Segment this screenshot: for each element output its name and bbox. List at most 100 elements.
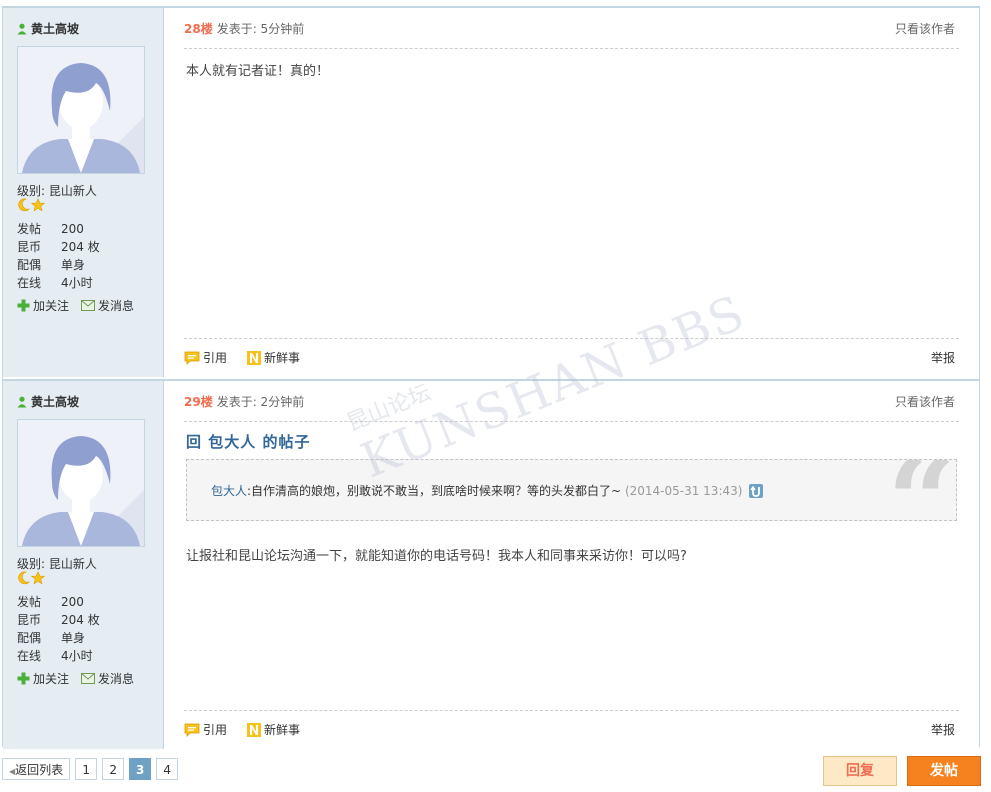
envelope-icon (81, 300, 96, 311)
post-content: 29楼发表于: 2分钟前 只看该作者 回 包大人 的帖子 “ 包大人:自作清高的… (164, 381, 979, 749)
follow-button[interactable]: 加关注 (17, 670, 69, 687)
post-28: 黄土高坡 级别: 昆山新人 发帖 200 昆币 204 枚 配偶 单身 在线 4… (3, 8, 979, 377)
quote-bubble-icon (184, 723, 200, 737)
level-value: 昆山新人 (48, 184, 97, 198)
back-to-list-label[interactable]: 返回列表 (15, 763, 63, 777)
stat-value: 4小时 (61, 276, 93, 290)
author-name-text[interactable]: 黄土高坡 (31, 20, 79, 37)
message-button[interactable]: 发消息 (81, 297, 134, 314)
user-level: 级别: 昆山新人 (17, 555, 97, 572)
author-sidebar: 黄土高坡 级别: 昆山新人 发帖 200 昆币 204 枚 配偶 单身 在线 4… (3, 381, 164, 749)
fresh-news-button[interactable]: 新鲜事 (247, 721, 300, 738)
post-time: 发表于: 5分钟前 (216, 22, 305, 36)
message-button[interactable]: 发消息 (81, 670, 134, 687)
stat-label: 发帖 (17, 222, 42, 236)
post-29: 黄土高坡 级别: 昆山新人 发帖 200 昆币 204 枚 配偶 单身 在线 4… (3, 379, 979, 749)
stat-label: 昆币 (17, 613, 42, 627)
stat-value: 单身 (61, 631, 86, 645)
post-footer: 引用 新鲜事 举报 (184, 710, 959, 741)
user-level: 级别: 昆山新人 (17, 182, 97, 199)
post-time: 发表于: 2分钟前 (216, 395, 305, 409)
stat-row-coins: 昆币 204 枚 (17, 238, 100, 256)
new-post-button[interactable]: 发帖 (907, 756, 981, 786)
page-link-4[interactable]: 4 (156, 758, 179, 780)
author-sidebar: 黄土高坡 级别: 昆山新人 发帖 200 昆币 204 枚 配偶 单身 在线 4… (3, 8, 164, 377)
follow-label[interactable]: 加关注 (33, 297, 69, 314)
reply-button[interactable]: 回复 (823, 756, 897, 786)
stat-row-online: 在线 4小时 (17, 647, 100, 665)
fresh-news-label[interactable]: 新鲜事 (264, 349, 300, 366)
stat-label: 昆币 (17, 240, 42, 254)
level-label: 级别: (17, 557, 46, 571)
follow-button[interactable]: 加关注 (17, 297, 69, 314)
default-avatar-icon (18, 420, 144, 546)
page-current-3[interactable]: 3 (129, 758, 152, 780)
only-author-link[interactable]: 只看该作者 (895, 393, 955, 410)
stat-value: 200 (61, 595, 84, 609)
plus-icon (17, 299, 30, 312)
post-body: 让报社和昆山论坛沟通一下，就能知道你的电话号码！我本人和同事来采访你！可以吗? (186, 549, 687, 564)
post-header: 28楼 发表于: 5分钟前 只看该作者 (184, 20, 959, 49)
fresh-news-button[interactable]: 新鲜事 (247, 349, 300, 366)
post-footer-actions: 引用 新鲜事 (184, 349, 300, 366)
rank-icons (17, 198, 45, 212)
default-avatar-icon (18, 47, 144, 173)
page-link-1[interactable]: 1 (75, 758, 98, 780)
author-name[interactable]: 黄土高坡 (17, 20, 79, 37)
envelope-icon (81, 673, 96, 684)
post-content: 28楼 发表于: 5分钟前 只看该作者 本人就有记者证！真的！ 引用 新鲜事 举报 (164, 8, 979, 377)
stat-row-spouse: 配偶 单身 (17, 256, 100, 274)
user-stats: 发帖 200 昆币 204 枚 配偶 单身 在线 4小时 (17, 593, 100, 665)
floor-number[interactable]: 28楼 (184, 22, 213, 36)
level-value: 昆山新人 (48, 557, 97, 571)
star-icon (31, 198, 45, 212)
fresh-news-label[interactable]: 新鲜事 (264, 721, 300, 738)
user-online-icon (17, 23, 27, 34)
back-to-list-button[interactable]: ◀返回列表 (2, 758, 71, 780)
stat-value: 204 枚 (61, 240, 100, 254)
avatar[interactable] (17, 46, 145, 174)
report-link[interactable]: 举报 (931, 721, 955, 738)
post-header: 29楼 发表于: 2分钟前 只看该作者 (184, 393, 959, 422)
quote-user-link[interactable]: 包大人 (211, 484, 247, 498)
stat-row-coins: 昆币 204 枚 (17, 611, 100, 629)
stat-label: 在线 (17, 276, 42, 290)
stat-label: 配偶 (17, 631, 42, 645)
user-actions: 加关注 发消息 (17, 297, 134, 314)
quote-text: 包大人:自作清高的娘炮，别敢说不敢当，到底啥时候来啊？等的头发都白了~ (201… (211, 482, 764, 499)
news-n-icon (247, 722, 262, 737)
quote-block: “ 包大人:自作清高的娘炮，别敢说不敢当，到底啥时候来啊？等的头发都白了~ (2… (186, 459, 957, 521)
floor-number[interactable]: 29楼 (184, 395, 213, 409)
quote-label[interactable]: 引用 (203, 349, 227, 366)
moon-icon (18, 571, 30, 585)
page-link-2[interactable]: 2 (102, 758, 125, 780)
stat-value: 204 枚 (61, 613, 100, 627)
plus-icon (17, 672, 30, 685)
jump-to-post-icon[interactable] (749, 484, 764, 498)
follow-label[interactable]: 加关注 (33, 670, 69, 687)
author-name-text[interactable]: 黄土高坡 (31, 393, 79, 410)
message-label[interactable]: 发消息 (98, 297, 134, 314)
quote-label[interactable]: 引用 (203, 721, 227, 738)
user-online-icon (17, 396, 27, 407)
user-stats: 发帖 200 昆币 204 枚 配偶 单身 在线 4小时 (17, 220, 100, 292)
quote-content: :自作清高的娘炮，别敢说不敢当，到底啥时候来啊？等的头发都白了~ (247, 484, 625, 498)
rank-icons (17, 571, 45, 585)
avatar[interactable] (17, 419, 145, 547)
stat-row-posts: 发帖 200 (17, 593, 100, 611)
stat-row-spouse: 配偶 单身 (17, 629, 100, 647)
post-footer: 引用 新鲜事 举报 (184, 338, 959, 369)
reply-title: 回 包大人 的帖子 (186, 433, 311, 451)
thread-container: 黄土高坡 级别: 昆山新人 发帖 200 昆币 204 枚 配偶 单身 在线 4… (2, 6, 980, 749)
quote-button[interactable]: 引用 (184, 721, 227, 738)
author-name[interactable]: 黄土高坡 (17, 393, 79, 410)
stat-row-posts: 发帖 200 (17, 220, 100, 238)
level-label: 级别: (17, 184, 46, 198)
quote-bubble-icon (184, 351, 200, 365)
only-author-link[interactable]: 只看该作者 (895, 20, 955, 37)
report-link[interactable]: 举报 (931, 349, 955, 366)
user-actions: 加关注 发消息 (17, 670, 134, 687)
stat-label: 发帖 (17, 595, 42, 609)
quote-button[interactable]: 引用 (184, 349, 227, 366)
message-label[interactable]: 发消息 (98, 670, 134, 687)
